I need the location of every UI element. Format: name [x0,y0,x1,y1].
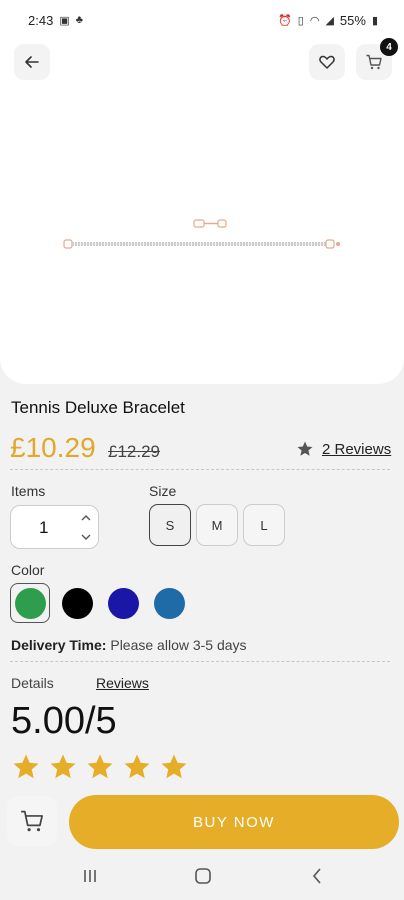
battery-icon: ▮ [371,14,378,27]
battery-level: 55% [339,12,366,28]
cart-icon [21,810,43,832]
tab-reviews[interactable]: Reviews [96,675,149,691]
cart-count-badge: 4 [380,38,398,56]
divider [10,469,390,470]
favorite-button[interactable] [309,44,345,80]
star-icon [50,754,76,779]
wifi-icon: ◠ [309,14,320,27]
items-label: Items [11,483,46,499]
status-bar: 2:43 ▣ ♣ ⏰ ▯ ◠ ◢ 55% ▮ [0,0,404,40]
star-icon [124,754,150,779]
cart-icon [366,54,382,70]
size-label: Size [149,483,177,499]
divider [10,661,390,662]
system-nav-bar [0,853,404,900]
color-label: Color [11,562,45,578]
bracelet-image [63,219,340,249]
color-swatch [107,587,139,619]
delivery-label: Delivery Time: [11,637,107,653]
color-swatch [61,587,93,619]
color-option-teal[interactable] [149,583,189,623]
recent-apps-icon[interactable] [82,868,98,884]
nav-back-icon[interactable] [310,867,324,885]
rating-score: 5.00/5 [11,700,117,742]
rating-stars [11,752,189,782]
back-button[interactable] [14,44,50,80]
size-option-s[interactable]: S [149,504,191,546]
chevron-down-icon [81,534,91,540]
product-image-area: 4 [0,38,404,384]
quantity-stepper[interactable]: 1 [10,505,99,549]
chevron-up-icon [81,515,91,521]
delivery-time: Delivery Time: Please allow 3-5 days [11,637,247,653]
home-icon[interactable] [194,867,212,885]
vibrate-icon: ▯ [297,14,304,27]
star-icon [297,441,313,456]
quantity-decrease-button[interactable] [79,531,93,543]
size-option-m[interactable]: M [196,504,238,546]
product-price: £10.29 [10,432,96,463]
quantity-increase-button[interactable] [79,512,93,524]
star-icon [87,754,113,779]
tab-details[interactable]: Details [11,675,54,691]
size-option-l[interactable]: L [243,504,285,546]
reviews-summary[interactable]: 2 Reviews [296,440,391,458]
star-icon [13,754,39,779]
add-to-cart-button[interactable] [7,796,57,846]
notification-icon: ♣ [75,14,83,26]
gallery-notification-icon: ▣ [59,14,70,27]
star-icon [161,754,187,779]
color-swatch [153,587,185,619]
reviews-link[interactable]: 2 Reviews [322,441,391,458]
status-time: 2:43 [28,12,54,28]
original-price: £12.29 [108,442,160,461]
heart-icon [319,55,335,69]
color-option-green[interactable] [10,583,50,623]
color-option-black[interactable] [57,583,97,623]
cart-button[interactable]: 4 [356,38,398,80]
buy-now-button[interactable]: BUY NOW [69,795,399,849]
color-swatch [14,587,46,619]
quantity-value[interactable]: 1 [39,518,48,538]
product-title: Tennis Deluxe Bracelet [11,398,185,417]
alarm-icon: ⏰ [278,14,292,27]
delivery-value: Please allow 3-5 days [110,637,247,653]
signal-icon: ◢ [325,14,334,27]
back-arrow-icon [25,56,39,68]
color-option-blue[interactable] [103,583,143,623]
